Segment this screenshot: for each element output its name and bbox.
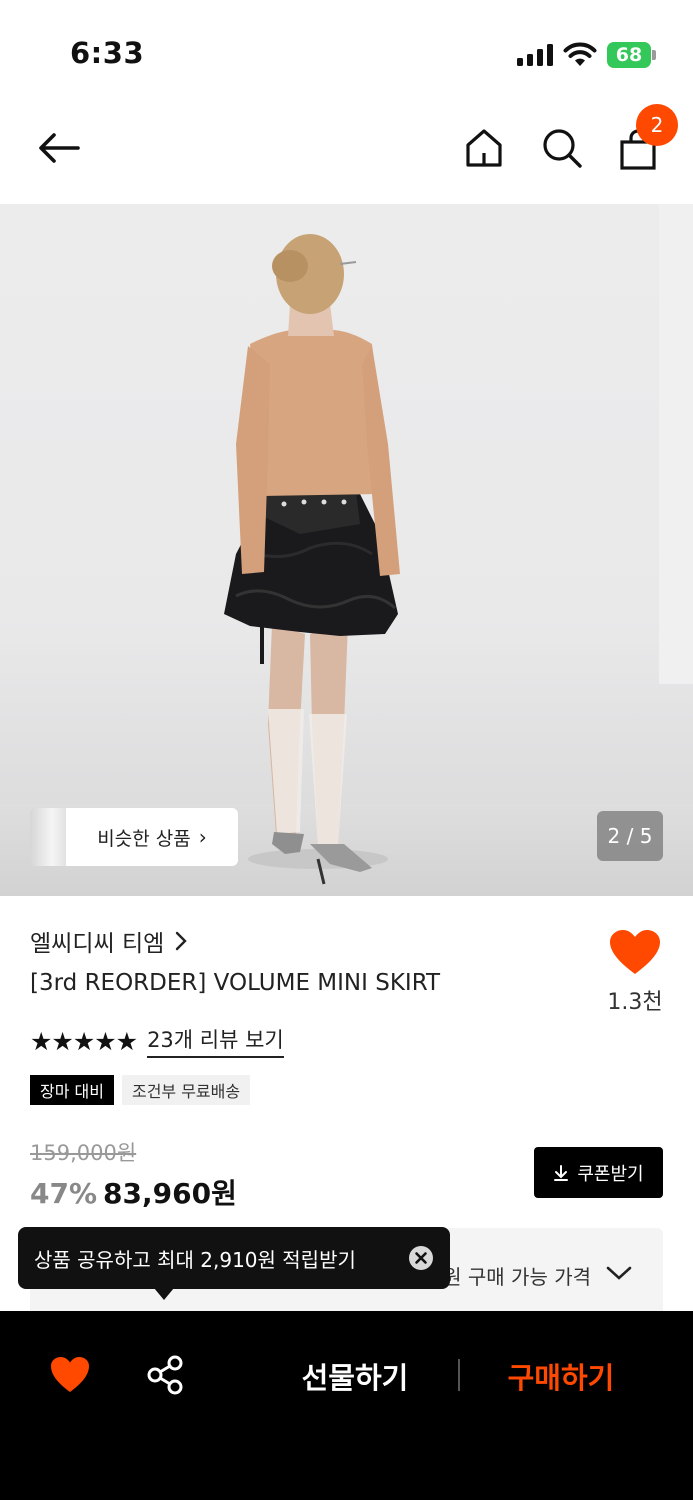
cart-count-badge: 2 [636,104,678,146]
share-icon[interactable] [146,1355,184,1395]
brand-name: 엘씨디씨 티엠 [30,931,165,957]
bottom-action-bar: 선물하기 구매하기 [0,1311,693,1500]
download-icon [554,1164,569,1181]
original-price: 159,000원 [30,1141,137,1165]
heart-icon[interactable] [606,928,664,978]
tooltip-arrow [154,1288,174,1300]
back-arrow-icon[interactable] [34,128,84,168]
search-icon[interactable] [540,126,584,170]
product-image[interactable]: 비슷한 상품 › 2 / 5 [0,204,693,896]
coupon-label: 쿠폰받기 [577,1163,644,1185]
image-counter: 2 / 5 [597,811,663,861]
tag-free-shipping: 조건부 무료배송 [121,1075,251,1105]
tooltip-text: 상품 공유하고 최대 2,910원 적립받기 [34,1247,356,1272]
wifi-icon [563,42,597,66]
battery-level: 68 [607,42,651,68]
signal-icon [517,44,553,66]
similar-products-button[interactable]: 비슷한 상품 › [66,808,238,866]
coupon-button[interactable]: 쿠폰받기 [534,1147,663,1198]
similar-thumbnail[interactable] [30,808,70,866]
home-icon[interactable] [462,126,506,170]
divider [458,1359,460,1391]
tag-rainy-season: 장마 대비 [30,1075,114,1105]
like-heart-icon[interactable] [48,1355,92,1395]
rating-row: ★★★★★ 23개 리뷰 보기 [30,1024,284,1058]
chevron-right-icon: › [198,825,207,849]
rating-stars: ★★★★★ [30,1026,138,1056]
product-title: [3rd REORDER] VOLUME MINI SKIRT [30,970,441,996]
similar-products-label: 비슷한 상품 [97,827,191,850]
model-photo [224,234,400,885]
buy-button[interactable]: 구매하기 [496,1355,626,1397]
tag-list: 장마 대비 조건부 무료배송 [30,1075,251,1105]
purchasable-price-label: 원 구매 가능 가격 [443,1265,591,1289]
gift-button[interactable]: 선물하기 [290,1355,420,1397]
share-reward-tooltip: 상품 공유하고 최대 2,910원 적립받기 [18,1227,450,1289]
close-icon[interactable] [408,1245,434,1271]
like-count: 1.3천 [607,990,663,1015]
top-nav: 2 [0,100,693,204]
review-link[interactable]: 23개 리뷰 보기 [147,1024,284,1058]
brand-link[interactable]: 엘씨디씨 티엠 [30,924,188,958]
chevron-right-icon [176,931,187,951]
battery-icon: 68 [607,42,657,68]
sale-price: 83,960원 [103,1177,237,1210]
status-bar: 6:33 68 [0,0,693,100]
discount-rate: 47% [30,1177,98,1210]
chevron-down-icon [606,1266,632,1280]
price-row: 47% 83,960원 [30,1172,237,1212]
status-time: 6:33 [70,36,145,70]
